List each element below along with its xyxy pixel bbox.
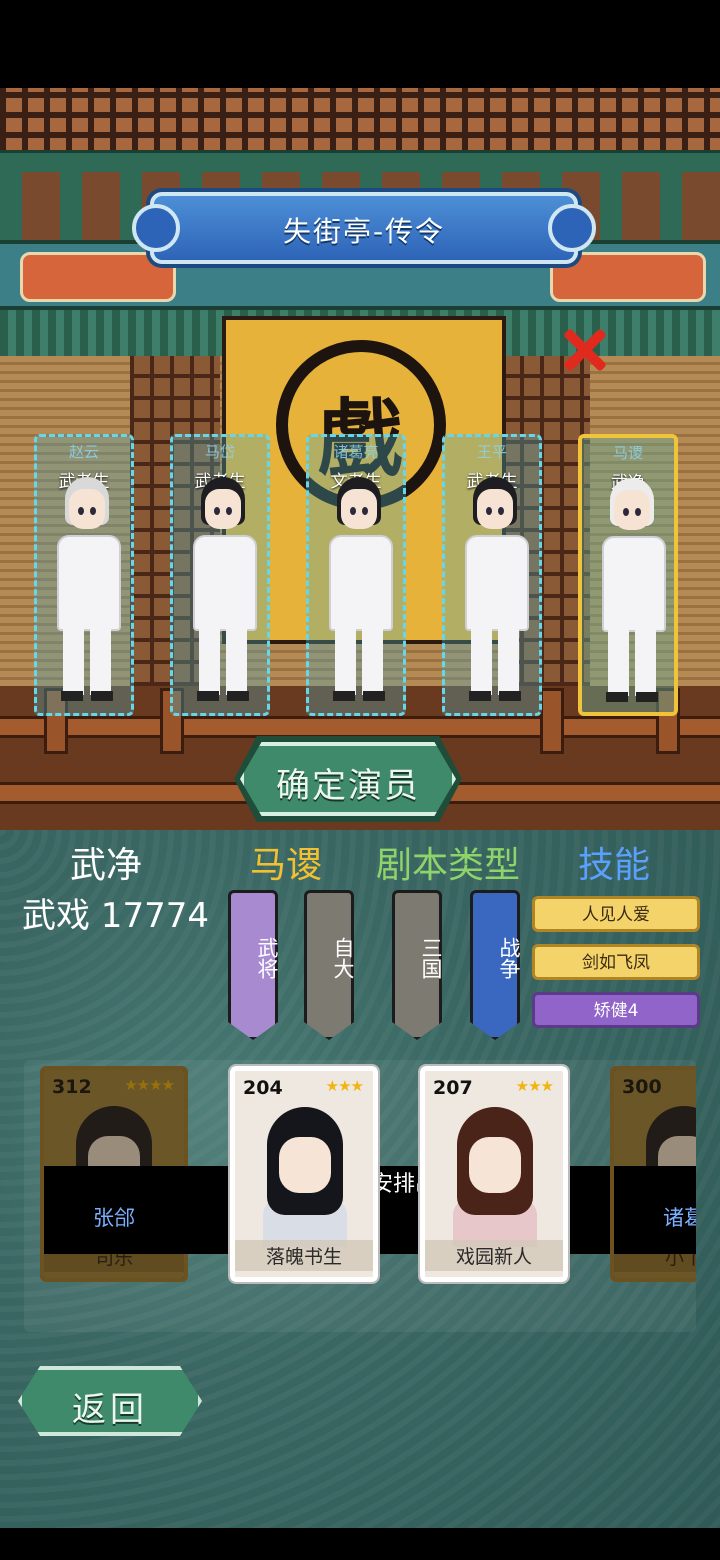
- confirm-actors-button[interactable]: 确定演员: [240, 742, 456, 816]
- trait-tag: 三国: [392, 890, 442, 1040]
- actor-figure: [323, 477, 395, 703]
- roof-lattice: [0, 88, 720, 158]
- performer-card[interactable]: 204 ★★★ 落魄书生: [228, 1064, 380, 1284]
- performer-card[interactable]: 207 ★★★ 戏园新人: [418, 1064, 570, 1284]
- performer-name: 落魄书生: [235, 1240, 373, 1271]
- back-button[interactable]: 返回: [18, 1366, 202, 1436]
- actor-name: 诸葛亮: [333, 443, 379, 461]
- actor-name: 赵云: [68, 443, 99, 461]
- confirm-button-label: 确定演员: [276, 766, 420, 806]
- actor-slot[interactable]: 马谡武净: [578, 434, 678, 716]
- actor-slot[interactable]: 马岱武老生: [170, 434, 270, 716]
- role-type-label: 武净: [70, 845, 143, 886]
- actor-name: 马谡: [612, 444, 643, 462]
- actor-shoes: [469, 691, 521, 701]
- actor-face: [341, 489, 377, 529]
- actor-costume: [193, 535, 257, 631]
- actor-costume: [57, 535, 121, 631]
- assigned-role: 诸葛: [663, 1206, 696, 1230]
- actor-legs: [335, 625, 383, 695]
- railing-post: [540, 688, 564, 754]
- character-name-label: 马谡: [250, 845, 323, 886]
- performer-name: 戏园新人: [425, 1240, 563, 1271]
- performer-card[interactable]: 312 ★★★★ 司乐 已安排出演 张郃: [40, 1066, 696, 1282]
- actor-shoes: [606, 692, 658, 702]
- portrait-face: [469, 1137, 521, 1193]
- floor-plank: [0, 716, 720, 738]
- portrait-face: [279, 1137, 331, 1193]
- performer-level: 207: [433, 1077, 473, 1099]
- performer-card[interactable]: 300小丫已安排诸葛: [610, 1066, 696, 1282]
- system-nav-bar: [0, 1528, 720, 1560]
- actor-costume: [465, 535, 529, 631]
- actor-shoes: [197, 691, 249, 701]
- actor-figure: [187, 477, 259, 703]
- skills-heading: 技能: [578, 845, 651, 886]
- remove-actor-icon[interactable]: [560, 326, 608, 374]
- trait-tag: 自大: [304, 890, 354, 1040]
- actor-figure: [596, 478, 668, 704]
- actor-name: 王平: [476, 443, 507, 461]
- trait-tag-text: 武将: [255, 937, 279, 979]
- trait-tag-text: 自大: [331, 937, 355, 979]
- status-bar: [0, 0, 720, 88]
- actor-face: [477, 489, 513, 529]
- actor-legs: [199, 625, 247, 695]
- actor-slot[interactable]: 诸葛亮文老生: [306, 434, 406, 716]
- assigned-role: 张郃: [93, 1206, 135, 1230]
- actor-figure: [459, 477, 531, 703]
- actor-legs: [608, 626, 656, 696]
- performer-card-list[interactable]: 312 ★★★★ 司乐 已安排出演 张郃 204 ★★★ 落魄书生 207 ★★★ 戏园新人 300 小…: [24, 1060, 696, 1332]
- star-rating-icon: ★★★: [325, 1077, 364, 1095]
- actor-costume: [602, 536, 666, 632]
- actor-face: [69, 489, 105, 529]
- actor-shoes: [333, 691, 385, 701]
- play-stats-text: 武戏 17774: [22, 896, 209, 936]
- actor-legs: [471, 625, 519, 695]
- performer-level: 204: [243, 1077, 283, 1099]
- actor-face: [205, 489, 241, 529]
- actor-costume: [329, 535, 393, 631]
- actor-slot[interactable]: 王平武老生: [442, 434, 542, 716]
- actor-figure: [51, 477, 123, 703]
- back-button-label: 返回: [72, 1390, 148, 1430]
- skill-badge[interactable]: 人见人爱: [532, 896, 700, 932]
- star-rating-icon: ★★★: [515, 1077, 554, 1095]
- actor-legs: [63, 625, 111, 695]
- actor-shoes: [61, 691, 113, 701]
- skill-badge[interactable]: 剑如飞凤: [532, 944, 700, 980]
- script-type-heading: 剧本类型: [376, 845, 521, 886]
- performer-portrait: [257, 1107, 353, 1247]
- trait-tag: 武将: [228, 890, 278, 1040]
- actor-name: 马岱: [204, 443, 235, 461]
- skill-badge[interactable]: 矫健4: [532, 992, 700, 1028]
- page-title: 失街亭-传令: [282, 215, 446, 248]
- actor-slot[interactable]: 赵云武老生: [34, 434, 134, 716]
- performer-portrait: [447, 1107, 543, 1247]
- title-plaque: 失街亭-传令: [132, 192, 596, 264]
- trait-tag: 战争: [470, 890, 520, 1040]
- trait-tag-text: 战争: [497, 937, 521, 979]
- trait-tag-text: 三国: [419, 937, 443, 979]
- actor-face: [614, 490, 650, 530]
